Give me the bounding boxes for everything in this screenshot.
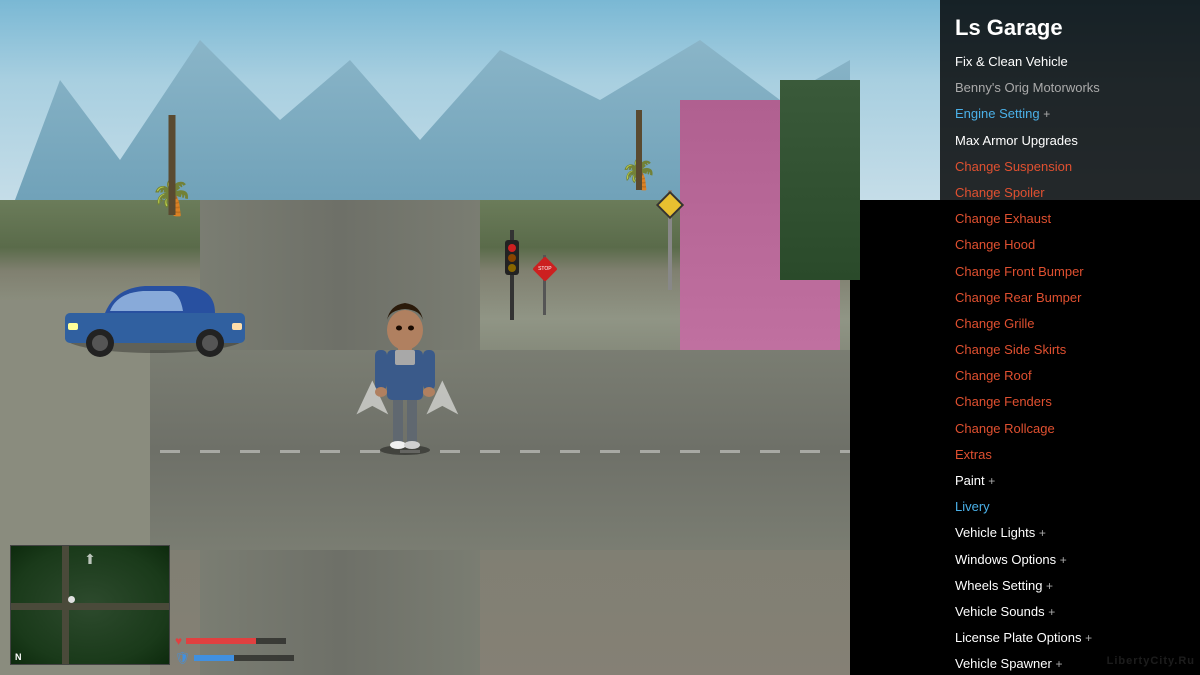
health-bar-fill bbox=[186, 638, 256, 644]
menu-item-engine-setting[interactable]: Engine Setting + bbox=[940, 101, 1200, 127]
menu-item-change-front-bumper[interactable]: Change Front Bumper bbox=[940, 259, 1200, 285]
menu-item-windows-options[interactable]: Windows Options + bbox=[940, 547, 1200, 573]
health-icon: ♥ bbox=[175, 634, 182, 648]
menu-item-change-hood[interactable]: Change Hood bbox=[940, 232, 1200, 258]
building-dark bbox=[780, 80, 860, 280]
player-character bbox=[365, 295, 445, 460]
minimap-road-v bbox=[62, 546, 69, 664]
menu-item-vehicle-sounds[interactable]: Vehicle Sounds + bbox=[940, 599, 1200, 625]
menu-item-vehicle-spawner[interactable]: Vehicle Spawner + bbox=[940, 651, 1200, 675]
minimap-player-dot bbox=[68, 596, 75, 603]
blue-car bbox=[55, 268, 255, 363]
menu-item-fix-clean[interactable]: Fix & Clean Vehicle bbox=[940, 49, 1200, 75]
menu-item-change-roof[interactable]: Change Roof bbox=[940, 363, 1200, 389]
menu-item-change-side-skirts[interactable]: Change Side Skirts bbox=[940, 337, 1200, 363]
menu-item-change-grille[interactable]: Change Grille bbox=[940, 311, 1200, 337]
menu-item-change-suspension[interactable]: Change Suspension bbox=[940, 154, 1200, 180]
menu-item-change-fenders[interactable]: Change Fenders bbox=[940, 389, 1200, 415]
minimap-compass-label: N bbox=[15, 652, 22, 662]
menu-item-bennys[interactable]: Benny's Orig Motorworks bbox=[940, 75, 1200, 101]
menu-item-livery[interactable]: Livery bbox=[940, 494, 1200, 520]
armor-bar-container: 🛡 bbox=[175, 651, 294, 665]
minimap-inner: N ⬆ bbox=[11, 546, 169, 664]
menu-item-extras[interactable]: Extras bbox=[940, 442, 1200, 468]
palm-tree-1: 🌴 bbox=[150, 180, 194, 215]
menu-items-container: Fix & Clean VehicleBenny's Orig Motorwor… bbox=[940, 49, 1200, 675]
menu-item-license-plate[interactable]: License Plate Options + bbox=[940, 625, 1200, 651]
minimap-road-h bbox=[11, 603, 169, 610]
menu-item-wheels-setting[interactable]: Wheels Setting + bbox=[940, 573, 1200, 599]
hud-bars: ♥ 🛡 bbox=[175, 634, 294, 665]
menu-panel: Ls Garage Fix & Clean VehicleBenny's Ori… bbox=[940, 0, 1200, 675]
minimap-player-icon: ⬆ bbox=[84, 551, 96, 568]
armor-icon: 🛡 bbox=[175, 651, 190, 665]
menu-item-max-armor[interactable]: Max Armor Upgrades bbox=[940, 128, 1200, 154]
menu-item-change-rear-bumper[interactable]: Change Rear Bumper bbox=[940, 285, 1200, 311]
menu-title: Ls Garage bbox=[940, 10, 1200, 49]
health-bar-container: ♥ bbox=[175, 634, 294, 648]
palm-tree-2: 🌴 bbox=[620, 160, 657, 190]
health-bar bbox=[186, 638, 286, 644]
armor-bar-fill bbox=[194, 655, 234, 661]
menu-item-change-spoiler[interactable]: Change Spoiler bbox=[940, 180, 1200, 206]
menu-item-paint[interactable]: Paint + bbox=[940, 468, 1200, 494]
menu-item-change-exhaust[interactable]: Change Exhaust bbox=[940, 206, 1200, 232]
menu-item-change-rollcage[interactable]: Change Rollcage bbox=[940, 416, 1200, 442]
armor-bar bbox=[194, 655, 294, 661]
menu-item-vehicle-lights[interactable]: Vehicle Lights + bbox=[940, 520, 1200, 546]
minimap: N ⬆ bbox=[10, 545, 170, 665]
